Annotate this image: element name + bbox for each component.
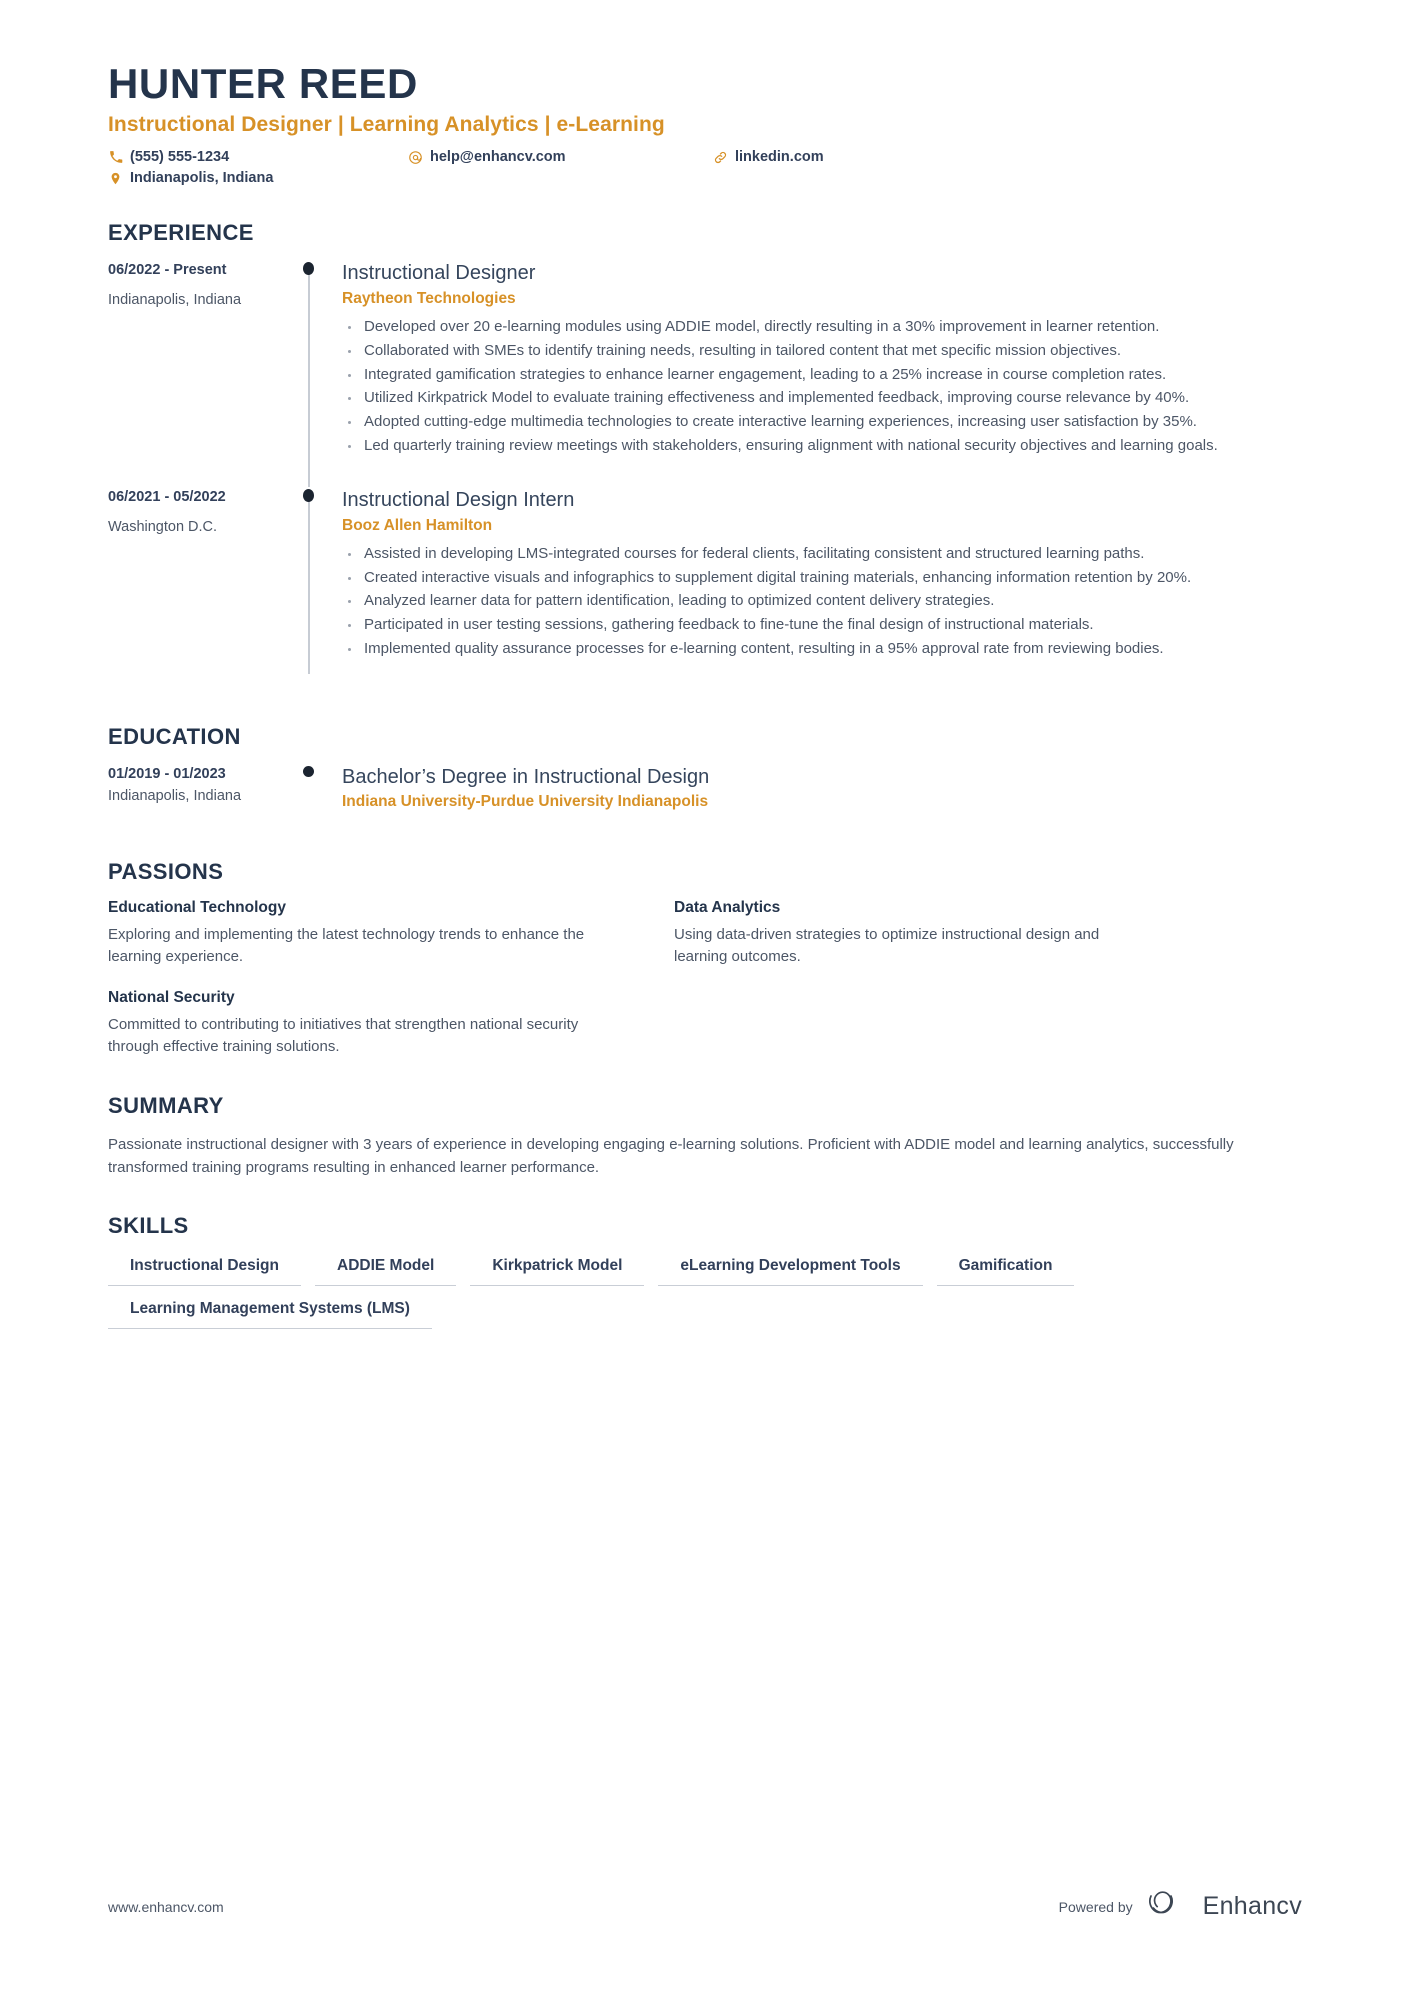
bullet-item: Participated in user testing sessions, g… xyxy=(342,614,1302,637)
timeline-dot xyxy=(303,765,314,777)
experience-entry: 06/2021 - 05/2022 Washington D.C. Instru… xyxy=(108,487,1302,690)
education-entry-meta: 01/2019 - 01/2023 Indianapolis, Indiana xyxy=(108,764,280,825)
timeline-line xyxy=(308,268,310,487)
page-footer: www.enhancv.com Powered by Enhancv xyxy=(108,1890,1302,1923)
skill-tag: Gamification xyxy=(936,1253,1075,1287)
experience-entry-body: Instructional Design Intern Booz Allen H… xyxy=(342,487,1302,690)
resume-header: HUNTER REED Instructional Designer | Lea… xyxy=(108,60,1302,186)
passions-section-title: PASSIONS xyxy=(108,858,224,884)
skill-tag: eLearning Development Tools xyxy=(658,1253,923,1287)
experience-entry-organization: Booz Allen Hamilton xyxy=(342,516,493,534)
education-entry-location: Indianapolis, Indiana xyxy=(108,787,242,804)
passions-section: PASSIONS Educational Technology Explorin… xyxy=(108,859,1302,1059)
email-icon xyxy=(408,150,423,165)
timeline-rail xyxy=(280,487,342,690)
bullet-item: Utilized Kirkpatrick Model to evaluate t… xyxy=(342,387,1302,410)
summary-section-title: SUMMARY xyxy=(108,1092,224,1118)
bullet-item: Analyzed learner data for pattern identi… xyxy=(342,590,1302,613)
summary-section: SUMMARY Passionate instructional designe… xyxy=(108,1093,1302,1180)
experience-entry-meta: 06/2022 - Present Indianapolis, Indiana xyxy=(108,260,280,487)
enhancv-brand: Enhancv xyxy=(1147,1890,1302,1923)
timeline-rail xyxy=(280,260,342,487)
education-section-title: EDUCATION xyxy=(108,723,241,749)
contact-phone-text: (555) 555-1234 xyxy=(130,149,230,166)
skill-tag: Instructional Design xyxy=(108,1253,301,1287)
timeline-dot xyxy=(303,262,314,276)
experience-entry-meta: 06/2021 - 05/2022 Washington D.C. xyxy=(108,487,280,690)
education-entry-degree: Bachelor’s Degree in Instructional Desig… xyxy=(342,765,710,788)
experience-entry-bullets: Assisted in developing LMS-integrated co… xyxy=(342,543,1302,661)
experience-entry-location: Washington D.C. xyxy=(108,518,218,535)
resume-page: HUNTER REED Instructional Designer | Lea… xyxy=(0,0,1410,1995)
experience-entry-role: Instructional Design Intern xyxy=(342,488,575,511)
candidate-headline: Instructional Designer | Learning Analyt… xyxy=(108,113,665,137)
experience-section: EXPERIENCE 06/2022 - Present Indianapoli… xyxy=(108,220,1302,690)
education-section: EDUCATION 01/2019 - 01/2023 Indianapolis… xyxy=(108,724,1302,825)
contact-phone[interactable]: (555) 555-1234 xyxy=(108,149,408,165)
passion-description: Committed to contributing to initiatives… xyxy=(108,1015,579,1056)
timeline-rail xyxy=(280,764,342,825)
experience-entry-date: 06/2022 - Present xyxy=(108,262,227,279)
passion-title: National Security xyxy=(108,988,235,1006)
contact-list: (555) 555-1234 help@enhancv.com linkedin… xyxy=(108,149,1048,186)
bullet-item: Developed over 20 e-learning modules usi… xyxy=(342,316,1302,339)
passion-item: Educational Technology Exploring and imp… xyxy=(108,899,588,969)
experience-entry-body: Instructional Designer Raytheon Technolo… xyxy=(342,260,1302,487)
passion-title: Educational Technology xyxy=(108,898,286,916)
passion-title: Data Analytics xyxy=(674,898,781,916)
passion-description: Exploring and implementing the latest te… xyxy=(108,925,585,966)
skills-section: SKILLS Instructional Design ADDIE Model … xyxy=(108,1213,1302,1330)
experience-entry-date: 06/2021 - 05/2022 xyxy=(108,488,226,505)
experience-entry-role: Instructional Designer xyxy=(342,262,536,285)
education-entry-institution: Indiana University-Purdue University Ind… xyxy=(342,792,709,810)
passion-item: Data Analytics Using data-driven strateg… xyxy=(674,899,1154,969)
passion-description: Using data-driven strategies to optimize… xyxy=(674,925,1100,966)
link-icon xyxy=(713,150,728,165)
skill-tag: ADDIE Model xyxy=(315,1253,457,1287)
bullet-item: Adopted cutting-edge multimedia technolo… xyxy=(342,411,1302,434)
bullet-item: Created interactive visuals and infograp… xyxy=(342,567,1302,590)
contact-linkedin-text: linkedin.com xyxy=(735,149,824,166)
experience-section-title: EXPERIENCE xyxy=(108,220,254,246)
bullet-item: Collaborated with SMEs to identify train… xyxy=(342,340,1302,363)
passions-list: Educational Technology Exploring and imp… xyxy=(108,899,1302,1059)
skills-section-title: SKILLS xyxy=(108,1213,189,1239)
enhancv-brand-name: Enhancv xyxy=(1202,1892,1302,1920)
timeline-line xyxy=(308,494,310,674)
education-entry-date: 01/2019 - 01/2023 xyxy=(108,765,226,782)
education-entry-body: Bachelor’s Degree in Instructional Desig… xyxy=(342,764,1302,825)
phone-icon xyxy=(108,150,123,165)
summary-text: Passionate instructional designer with 3… xyxy=(108,1135,1234,1177)
skill-tag: Learning Management Systems (LMS) xyxy=(108,1296,432,1330)
location-icon xyxy=(108,171,123,186)
experience-entry-organization: Raytheon Technologies xyxy=(342,290,516,308)
contact-linkedin[interactable]: linkedin.com xyxy=(713,149,1013,165)
skill-tag: Kirkpatrick Model xyxy=(470,1253,645,1287)
passion-item: National Security Committed to contribut… xyxy=(108,989,588,1059)
contact-email[interactable]: help@enhancv.com xyxy=(408,149,713,165)
experience-entry: 06/2022 - Present Indianapolis, Indiana … xyxy=(108,260,1302,487)
skills-list: Instructional Design ADDIE Model Kirkpat… xyxy=(108,1253,1302,1330)
experience-entry-location: Indianapolis, Indiana xyxy=(108,292,242,309)
contact-email-text: help@enhancv.com xyxy=(430,149,566,166)
bullet-item: Implemented quality assurance processes … xyxy=(342,638,1302,661)
contact-location-text: Indianapolis, Indiana xyxy=(130,170,274,187)
education-entry: 01/2019 - 01/2023 Indianapolis, Indiana … xyxy=(108,764,1302,825)
contact-location: Indianapolis, Indiana xyxy=(108,170,1048,186)
timeline-dot xyxy=(303,488,314,502)
footer-website-url[interactable]: www.enhancv.com xyxy=(108,1899,224,1915)
footer-branding: Powered by Enhancv xyxy=(1059,1890,1302,1923)
candidate-name: HUNTER REED xyxy=(108,60,418,107)
bullet-item: Integrated gamification strategies to en… xyxy=(342,364,1302,387)
bullet-item: Led quarterly training review meetings w… xyxy=(342,435,1302,458)
experience-entry-bullets: Developed over 20 e-learning modules usi… xyxy=(342,316,1302,458)
bullet-item: Assisted in developing LMS-integrated co… xyxy=(342,543,1302,566)
enhancv-logo-icon xyxy=(1147,1890,1193,1923)
powered-by-label: Powered by xyxy=(1058,1898,1133,1915)
